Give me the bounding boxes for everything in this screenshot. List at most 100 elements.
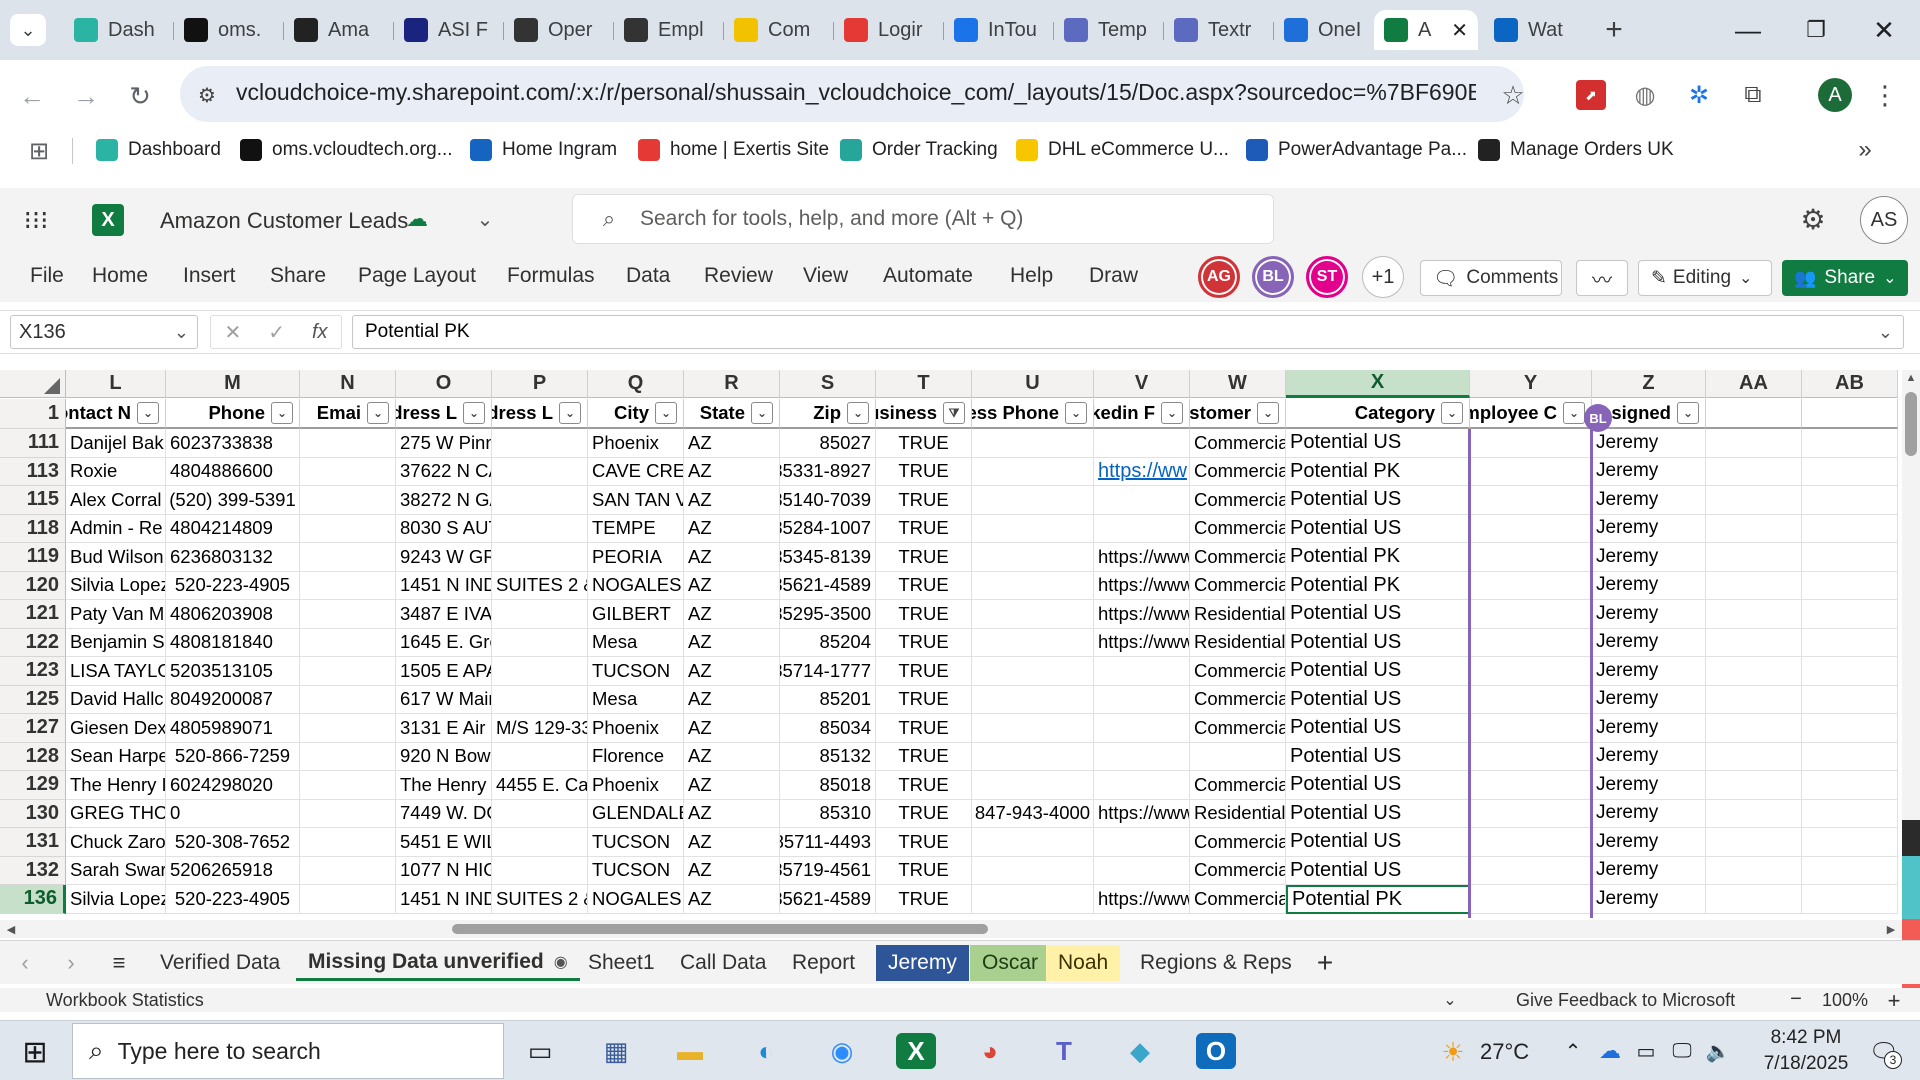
table-cell-AB[interactable] [1802, 657, 1898, 686]
filter-dropdown-icon[interactable]: ⌄ [367, 402, 389, 424]
table-cell-Y[interactable] [1470, 799, 1592, 828]
table-cell-S[interactable]: 85201 [780, 685, 876, 714]
table-cell-R[interactable]: AZ [684, 628, 780, 657]
table-cell-S[interactable]: 85284-1007 [780, 514, 876, 543]
sheet-tab[interactable]: Jeremy [876, 945, 969, 981]
table-cell-N[interactable] [300, 714, 396, 743]
table-cell-Z[interactable]: Jeremy [1592, 571, 1706, 600]
comments-button[interactable]: 🗨 Comments [1420, 260, 1562, 296]
table-cell-R[interactable]: AZ [684, 771, 780, 800]
row-header[interactable]: 122 [0, 628, 66, 657]
table-cell-T[interactable]: TRUE [876, 457, 972, 486]
menu-view[interactable]: View [803, 264, 848, 288]
table-cell-N[interactable] [300, 828, 396, 857]
filter-dropdown-icon[interactable]: ⌄ [1441, 402, 1463, 424]
filter-dropdown-icon[interactable]: ⌄ [847, 402, 869, 424]
table-header-cell[interactable]: ddress L ⌄ [396, 399, 492, 429]
vertical-scroll-thumb[interactable] [1905, 392, 1917, 456]
table-cell-P[interactable] [492, 543, 588, 572]
table-cell-U[interactable] [972, 628, 1094, 657]
browser-tab[interactable]: Dash [64, 10, 172, 50]
bookmark-item[interactable]: Order Tracking [840, 134, 998, 166]
filter-dropdown-icon[interactable]: ⌄ [463, 402, 485, 424]
sheet-tab[interactable]: Sheet1 [576, 945, 667, 981]
column-header-N[interactable]: N [300, 370, 396, 398]
extensions-puzzle-icon[interactable]: ⧉ [1738, 80, 1768, 110]
search-placeholder[interactable]: Search for tools, help, and more (Alt + … [640, 207, 1023, 231]
table-cell-X[interactable]: Potential US [1286, 514, 1470, 543]
table-cell-Z[interactable]: Jeremy [1592, 799, 1706, 828]
table-cell-U[interactable] [972, 742, 1094, 771]
table-cell-S[interactable]: 85132 [780, 742, 876, 771]
table-cell-L[interactable]: The Henry I [66, 771, 166, 800]
table-cell-O[interactable]: 1645 E. Grove Ave [396, 628, 492, 657]
table-cell-U[interactable] [972, 885, 1094, 914]
table-cell-Q[interactable]: Phoenix [588, 714, 684, 743]
table-cell-P[interactable] [492, 600, 588, 629]
table-cell-Q[interactable]: NOGALES [588, 571, 684, 600]
table-cell-O[interactable]: 1451 N IND [396, 885, 492, 914]
table-cell-V[interactable] [1094, 429, 1190, 458]
table-cell-N[interactable] [300, 856, 396, 885]
table-cell-T[interactable]: TRUE [876, 885, 972, 914]
table-cell-Q[interactable]: GLENDALE [588, 799, 684, 828]
minimize-icon[interactable]: — [1726, 12, 1770, 48]
table-cell-S[interactable]: 85711-4493 [780, 828, 876, 857]
table-cell-O[interactable]: 275 W Pinnacle Peak R [396, 429, 492, 458]
table-cell-V[interactable] [1094, 771, 1190, 800]
table-cell-O[interactable]: 617 W Main St. [396, 685, 492, 714]
table-cell-P[interactable] [492, 799, 588, 828]
column-header-Q[interactable]: Q [588, 370, 684, 398]
table-cell-Z[interactable]: Jeremy [1592, 514, 1706, 543]
editing-mode-button[interactable]: ✎ Editing ⌄ [1638, 260, 1772, 296]
table-cell-Z[interactable]: Jeremy [1592, 600, 1706, 629]
table-cell-Z[interactable]: Jeremy [1592, 856, 1706, 885]
table-cell-M[interactable]: 4804214809 [166, 514, 300, 543]
table-cell-M[interactable]: 520-866-7259 [166, 742, 300, 771]
table-cell-O[interactable]: 920 N Bowling Rd [396, 742, 492, 771]
table-cell-AB[interactable] [1802, 799, 1898, 828]
table-cell-V[interactable]: https://www [1094, 628, 1190, 657]
table-cell-M[interactable]: 4805989071 [166, 714, 300, 743]
menu-data[interactable]: Data [626, 264, 670, 288]
horizontal-scroll-thumb[interactable] [452, 924, 988, 934]
table-cell-V[interactable] [1094, 828, 1190, 857]
table-cell-M[interactable]: 5203513105 [166, 657, 300, 686]
table-cell-U[interactable] [972, 486, 1094, 515]
table-cell-W[interactable]: Commercia [1190, 657, 1286, 686]
table-cell-U[interactable]: 847-943-4000 [972, 799, 1094, 828]
table-cell-Q[interactable]: PEORIA [588, 543, 684, 572]
table-cell-N[interactable] [300, 571, 396, 600]
table-cell-Y[interactable] [1470, 771, 1592, 800]
table-cell-N[interactable] [300, 657, 396, 686]
table-cell-U[interactable] [972, 771, 1094, 800]
table-cell-N[interactable] [300, 885, 396, 914]
table-cell-Z[interactable]: Jeremy [1592, 885, 1706, 914]
row-header[interactable]: 113 [0, 457, 66, 486]
column-header-O[interactable]: O [396, 370, 492, 398]
table-cell-X[interactable]: Potential US [1286, 714, 1470, 743]
table-cell-S[interactable]: 85295-3500 [780, 600, 876, 629]
table-cell-V[interactable]: https://www [1094, 543, 1190, 572]
cancel-x-icon[interactable]: ✕ [224, 320, 241, 345]
table-cell-O[interactable]: 9243 W GRAND AVE [396, 543, 492, 572]
table-cell-U[interactable] [972, 571, 1094, 600]
column-header-P[interactable]: P [492, 370, 588, 398]
table-cell-AB[interactable] [1802, 429, 1898, 458]
bookmark-star-icon[interactable]: ☆ [1496, 78, 1530, 112]
column-header-X[interactable]: X [1286, 370, 1470, 398]
table-cell-U[interactable] [972, 457, 1094, 486]
clock-time[interactable]: 8:42 PM [1760, 1027, 1852, 1049]
table-cell-T[interactable]: TRUE [876, 657, 972, 686]
clock-date[interactable]: 7/18/2025 [1752, 1053, 1860, 1075]
table-header-cell[interactable]: business ⧩ [876, 399, 972, 429]
bookmark-item[interactable]: home | Exertis Site [638, 134, 829, 166]
table-cell-L[interactable]: Roxie [66, 457, 166, 486]
row-header[interactable]: 118 [0, 514, 66, 543]
table-cell-S[interactable]: 85204 [780, 628, 876, 657]
table-cell-O[interactable]: 1505 E APACHE PARK [396, 657, 492, 686]
row-header[interactable]: 115 [0, 486, 66, 515]
browser-tab[interactable]: Oper [504, 10, 612, 50]
table-cell-M[interactable]: 520-223-4905 [166, 571, 300, 600]
table-cell-L[interactable]: Benjamin S [66, 628, 166, 657]
